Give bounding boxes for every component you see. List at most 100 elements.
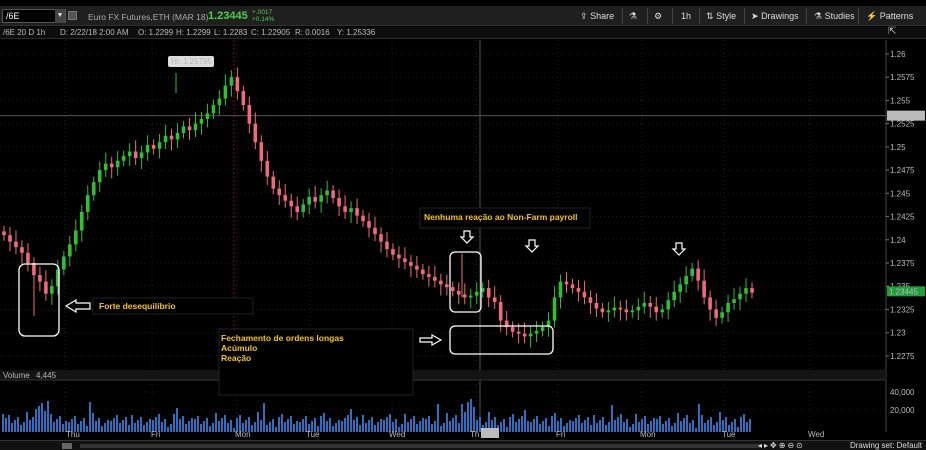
pan-icon[interactable]: ✥ [770,441,779,450]
bar-date: D: 2/22/18 2:00 AM [60,28,129,37]
volume-bar [614,420,616,432]
zoom-controls[interactable]: ◂▸✥⊕⊖⊙ [758,441,805,450]
link-color-icon[interactable] [68,11,77,20]
volume-tick-label: 40,000 [890,388,915,397]
gear-icon[interactable]: ⚙ [654,11,662,22]
cursor-price-marker-label: 1.25336 [889,112,918,121]
candle-body [684,276,688,285]
volume-bar [80,421,82,432]
net-change-pct: +0.14% [252,16,275,23]
scroll-track[interactable] [80,444,760,448]
price-chart[interactable]: 1.26 1.2575 1.255 1.2525 1.25 1.2475 1.245 1.24… [0,40,926,440]
volume-bar [749,419,751,432]
candle-body [229,77,234,86]
volume-bar [737,427,739,432]
volume-bar [119,423,121,432]
symbol-dropdown-icon[interactable]: ▼ [55,9,65,23]
candle-body [558,281,563,298]
symbol-description: Euro FX Futures,ETH (MAR 18) [88,12,209,22]
volume-bar [743,414,745,432]
flask-icon[interactable]: ⚗ [629,11,637,22]
volume-bar [440,426,442,432]
candle-body [157,142,162,149]
volume-bar [326,421,328,432]
volume-bar [350,409,352,432]
candle-body [26,252,30,264]
volume-bar [278,417,280,432]
volume-bar [38,406,40,432]
candle-body [582,291,587,298]
volume-bar [665,421,667,432]
toolbar-divider [672,8,673,24]
candle-body [397,254,401,259]
volume-bar [116,415,118,432]
candle-body [570,284,575,289]
toolbar-divider [806,8,807,24]
candle-body [612,307,617,311]
volume-bar [632,424,634,432]
candle-body [630,310,635,313]
volume-bar [692,420,694,432]
volume-bar [83,418,85,432]
annotation-forte: Forte desequilíbrio [99,301,176,311]
candle-body [468,295,473,298]
volume-bar [125,417,127,432]
candle-body [714,309,718,318]
candle-body [385,241,389,250]
volume-bar [446,413,448,432]
candle-body [217,98,222,106]
volume-bar [521,416,523,432]
bar-range: R: 0.0016 [295,28,330,37]
volume-bar [626,419,628,432]
candle-body [462,294,467,298]
candle-body [349,208,353,212]
candle-body [696,268,700,281]
volume-bar [203,421,205,432]
volume-bar [596,423,598,432]
drawings-button[interactable]: ➤ Drawings [751,11,799,22]
drawing-set-label[interactable]: Drawing set: Default [850,441,922,450]
candle-body [564,281,569,285]
volume-bar [146,422,148,432]
right-arrow-icon [419,333,443,347]
candle-body [271,176,276,189]
reset-zoom-icon[interactable]: ⊙ [796,441,805,450]
volume-bar [254,422,256,432]
volume-bar [137,420,139,432]
last-price-marker-label: 1.23445 [889,287,918,296]
zoom-out-icon[interactable]: ⊖ [787,441,796,450]
collapse-icon[interactable]: ⇱ [888,26,896,37]
volume-bar [224,415,226,432]
candle-body [726,302,730,313]
volume-bar [188,421,190,432]
volume-bar [629,427,631,432]
volume-bar [635,414,637,432]
volume-bar [173,414,175,432]
volume-bar [593,415,595,432]
price-tick-label: 1.255 [890,96,911,105]
candle-body [474,291,479,296]
style-button[interactable]: ⇅ Style [706,11,736,22]
patterns-icon: ⚡ [866,11,878,21]
volume-bar [434,421,436,432]
volume-bar [617,417,619,432]
volume-bar [185,424,187,432]
share-button[interactable]: ⇪ Share [580,11,614,22]
volume-bar [272,419,274,432]
candle-body [211,105,216,114]
volume-bar [341,421,343,432]
studies-button[interactable]: ⚗ Studies [814,11,855,22]
interval-button[interactable]: 1h [681,11,691,21]
scroll-handle[interactable] [62,443,72,449]
candle-body [85,195,90,212]
down-arrow-icon [524,239,540,253]
candle-body [660,309,665,313]
candle-body [74,230,78,245]
candle-body [510,327,515,332]
volume-bar [428,416,430,432]
candle-body [702,280,706,298]
patterns-button[interactable]: ⚡ Patterns [866,11,913,22]
time-tick-label: Fri [151,430,161,439]
candle-body [534,330,539,334]
volume-bar [257,412,259,432]
